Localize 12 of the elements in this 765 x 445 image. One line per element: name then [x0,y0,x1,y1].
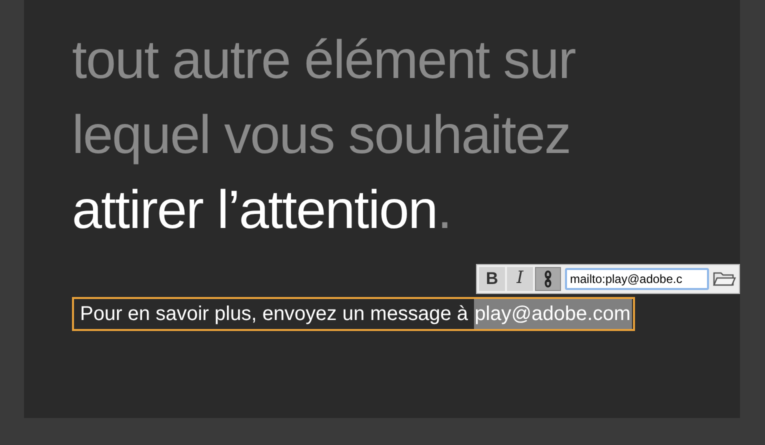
folder-icon[interactable] [712,270,736,288]
heading-text: attirer l’attention [72,182,438,236]
italic-button[interactable]: I [507,267,533,291]
link-button[interactable] [535,267,561,291]
link-url-field[interactable]: mailto:play@adobe.c [565,268,709,290]
text-box[interactable]: Pour en savoir plus, envoyez un message à play@adobe.com [72,297,635,331]
message-text: Pour en savoir plus, envoyez un message à [80,302,469,327]
link-icon [543,270,553,288]
heading-text: . [437,182,452,236]
selected-email-text: play@adobe.com [474,299,632,329]
bold-button[interactable]: B [479,267,505,291]
heading-text: tout autre élément sur [72,32,576,86]
